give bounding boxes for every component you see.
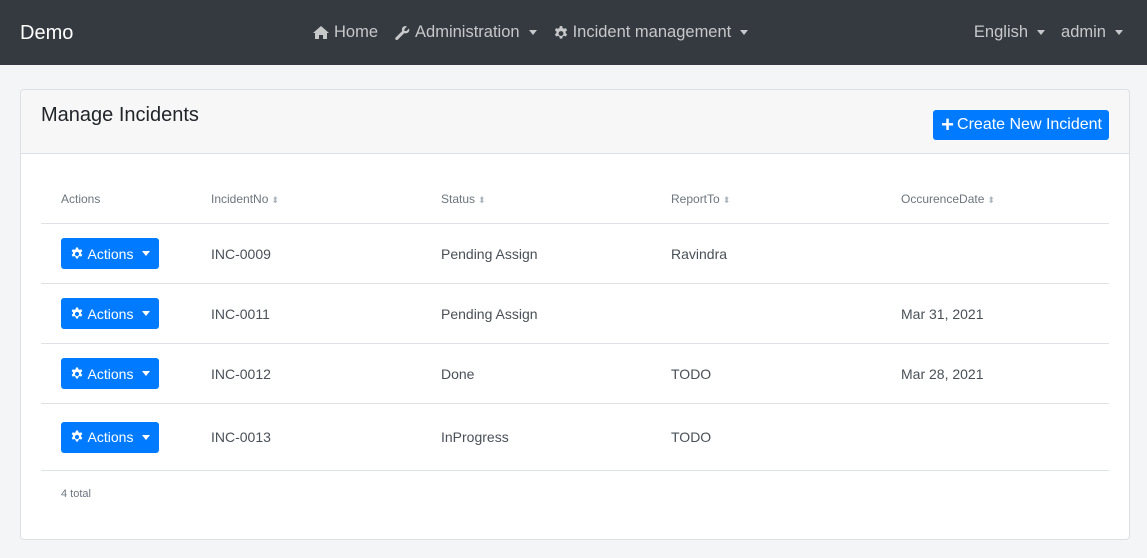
nav-home[interactable]: Home (312, 23, 378, 42)
occurence-date-cell (881, 223, 1109, 284)
actions-label: Actions (87, 429, 134, 445)
incident-no-cell: INC-0013 (191, 403, 421, 471)
chevron-down-icon (528, 30, 537, 35)
status-cell: Pending Assign (421, 223, 651, 284)
chevron-down-icon (142, 434, 151, 440)
chevron-down-icon (1115, 30, 1123, 35)
actions-dropdown-button[interactable]: Actions (61, 238, 159, 269)
page-title: Manage Incidents (41, 104, 199, 126)
brand-logo[interactable]: Demo (20, 0, 73, 65)
chevron-down-icon (1037, 30, 1046, 35)
gear-icon (71, 366, 82, 378)
user-dropdown[interactable]: admin (1061, 23, 1123, 42)
nav-incident-management[interactable]: Incident management (553, 23, 749, 42)
occurence-date-cell: Mar 31, 2021 (881, 283, 1109, 344)
occurence-date-cell (881, 403, 1109, 471)
table-row: Actions INC-0013 InProgress TODO (41, 403, 1109, 471)
column-header-incident-no[interactable]: IncidentNo ⬍ (191, 174, 421, 224)
sort-icon: ⬍ (987, 194, 995, 205)
nav-incident-management-label: Incident management (572, 23, 732, 41)
chevron-down-icon (142, 371, 151, 376)
incident-no-cell: INC-0012 (191, 343, 421, 404)
create-incident-button[interactable]: + Create New Incident (933, 110, 1109, 140)
table-row: Actions INC-0009 Pending Assign Ravindra (41, 223, 1109, 284)
main-nav: Home Administration Incident management (312, 0, 764, 65)
gear-icon (71, 306, 82, 318)
table-row: Actions INC-0012 Done TODO Mar 28, 2021 (41, 343, 1109, 404)
sort-icon: ⬍ (722, 194, 731, 205)
report-to-cell: TODO (651, 403, 881, 471)
column-label: Actions (61, 191, 101, 206)
sort-icon: ⬍ (478, 194, 486, 205)
user-label: admin (1061, 23, 1106, 41)
nav-home-label: Home (334, 23, 379, 41)
actions-label: Actions (87, 245, 134, 262)
report-to-cell (651, 283, 881, 344)
occurence-date-cell: Mar 28, 2021 (881, 343, 1109, 404)
nav-administration-label: Administration (415, 23, 520, 41)
column-header-status[interactable]: Status ⬍ (421, 174, 651, 224)
incident-no-cell: INC-0009 (191, 223, 421, 284)
sort-icon: ⬍ (271, 194, 279, 205)
actions-dropdown-button[interactable]: Actions (61, 298, 159, 329)
report-to-cell: Ravindra (651, 223, 881, 284)
language-dropdown[interactable]: English (973, 23, 1046, 42)
incidents-card: Manage Incidents + Create New Incident A… (20, 89, 1130, 540)
gear-icon (71, 246, 82, 258)
actions-label: Actions (87, 365, 134, 382)
top-navbar: Demo Home Administration Incident manage… (0, 0, 1147, 65)
column-header-actions: Actions (41, 174, 191, 224)
column-label: ReportTo (671, 191, 720, 206)
home-icon (313, 26, 329, 39)
nav-administration[interactable]: Administration (394, 23, 537, 42)
user-nav: English admin (958, 0, 1123, 65)
language-label: English (973, 23, 1029, 41)
actions-cell: Actions (41, 223, 191, 284)
table-row: Actions INC-0011 Pending Assign Mar 31, … (41, 283, 1109, 344)
wrench-icon (395, 25, 410, 40)
actions-cell: Actions (41, 283, 191, 344)
column-header-report-to[interactable]: ReportTo ⬍ (651, 174, 881, 224)
gear-icon (71, 430, 82, 442)
column-label: IncidentNo (211, 191, 269, 206)
report-to-cell: TODO (651, 343, 881, 404)
chevron-down-icon (142, 251, 151, 256)
column-header-occurence-date[interactable]: OccurenceDate ⬍ (881, 174, 1109, 224)
total-count: 4 total (61, 488, 91, 500)
status-cell: Pending Assign (421, 283, 651, 344)
actions-label: Actions (87, 305, 134, 322)
card-header: Manage Incidents + Create New Incident (21, 90, 1129, 154)
column-label: OccurenceDate (901, 191, 985, 206)
gear-icon (554, 25, 567, 39)
create-incident-label: Create New Incident (957, 116, 1102, 133)
actions-cell: Actions (41, 403, 191, 471)
actions-cell: Actions (41, 343, 191, 404)
chevron-down-icon (740, 30, 749, 35)
plus-icon: + (941, 112, 955, 137)
status-cell: InProgress (421, 403, 651, 471)
incidents-table: Actions IncidentNo ⬍ Status ⬍ ReportTo ⬍ Oc… (41, 174, 1109, 471)
actions-dropdown-button[interactable]: Actions (61, 421, 159, 453)
chevron-down-icon (142, 311, 151, 316)
column-label: Status (441, 191, 476, 206)
table-header-row: Actions IncidentNo ⬍ Status ⬍ ReportTo ⬍ Oc… (41, 174, 1109, 224)
actions-dropdown-button[interactable]: Actions (61, 358, 159, 389)
incident-no-cell: INC-0011 (191, 283, 421, 344)
status-cell: Done (421, 343, 651, 404)
